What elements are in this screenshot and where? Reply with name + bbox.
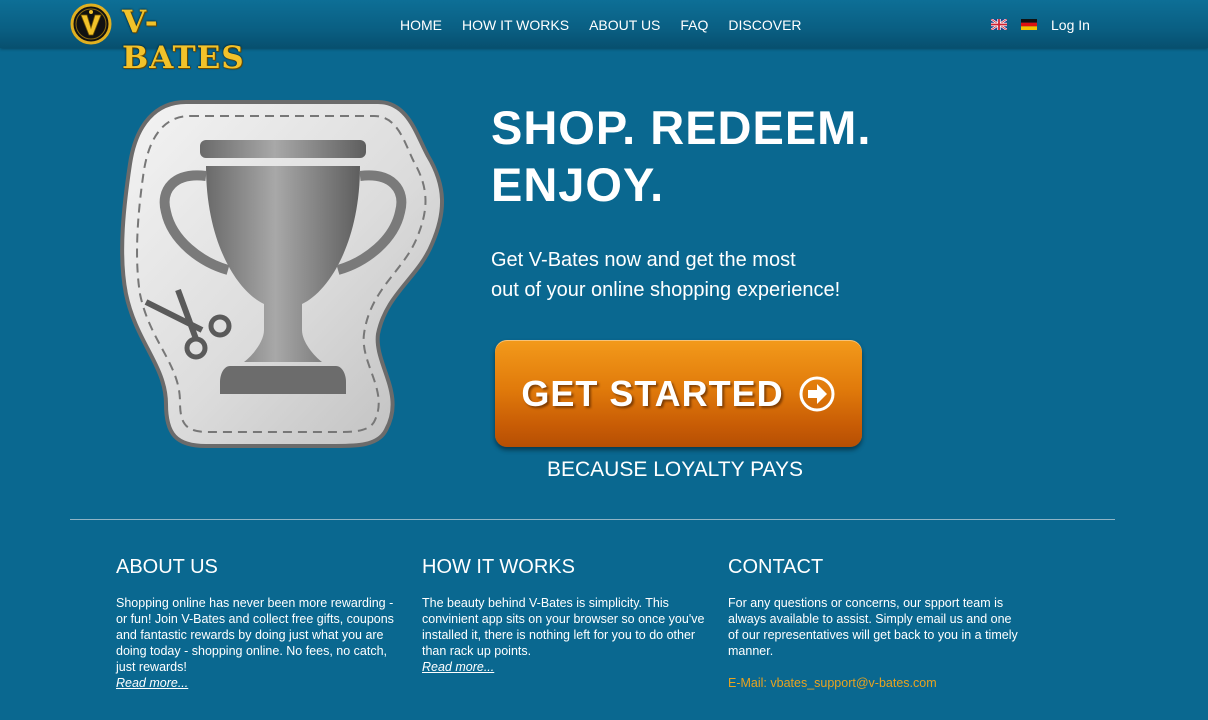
logo[interactable]: V-BATES: [70, 3, 270, 76]
about-us-heading: ABOUT US: [116, 556, 218, 578]
v-badge-icon: [70, 3, 112, 45]
get-started-label: GET STARTED: [521, 372, 784, 414]
how-it-works-heading: HOW IT WORKS: [422, 556, 575, 578]
hero-title-line-1: SHOP. REDEEM.: [491, 101, 872, 154]
nav-discover[interactable]: DISCOVER: [728, 17, 801, 33]
divider: [70, 519, 1115, 520]
how-it-works-read-more-link[interactable]: Read more...: [422, 659, 712, 675]
germany-flag-icon[interactable]: [1021, 19, 1037, 30]
login-link[interactable]: Log In: [1051, 17, 1090, 33]
hero-subtitle-line-2: out of your online shopping experience!: [491, 279, 841, 301]
hero-title-line-2: ENJOY.: [491, 158, 665, 211]
uk-flag-icon[interactable]: [991, 19, 1007, 30]
nav-faq[interactable]: FAQ: [680, 17, 708, 33]
nav-about-us[interactable]: ABOUT US: [589, 17, 660, 33]
brand-name: V-BATES: [122, 4, 245, 76]
hero-subtitle-line-1: Get V-Bates now and get the most: [491, 249, 796, 271]
how-it-works-text: The beauty behind V-Bates is simplicity.…: [422, 596, 705, 658]
about-us-read-more-link[interactable]: Read more...: [116, 675, 406, 691]
about-us-section: ABOUT US Shopping online has never been …: [116, 556, 406, 691]
main-nav: HOME HOW IT WORKS ABOUT US FAQ DISCOVER: [400, 17, 822, 33]
hero-title: SHOP. REDEEM. ENJOY.: [491, 99, 951, 213]
about-us-text: Shopping online has never been more rewa…: [116, 596, 394, 674]
arrow-right-circle-icon: [799, 376, 835, 411]
get-started-button[interactable]: GET STARTED: [495, 340, 862, 447]
contact-email[interactable]: E-Mail: vbates_support@v-bates.com: [728, 675, 1018, 691]
contact-section: CONTACT For any questions or concerns, o…: [728, 556, 1018, 691]
how-it-works-section: HOW IT WORKS The beauty behind V-Bates i…: [422, 556, 712, 675]
trophy-coupon-icon: [120, 100, 444, 448]
nav-how-it-works[interactable]: HOW IT WORKS: [462, 17, 569, 33]
hero-subtitle: Get V-Bates now and get the most out of …: [491, 245, 951, 305]
contact-text: For any questions or concerns, our sppor…: [728, 596, 1018, 658]
header: V-BATES HOME HOW IT WORKS ABOUT US FAQ D…: [0, 0, 1208, 76]
tagline: BECAUSE LOYALTY PAYS: [547, 458, 803, 481]
nav-home[interactable]: HOME: [400, 17, 442, 33]
contact-heading: CONTACT: [728, 556, 824, 578]
